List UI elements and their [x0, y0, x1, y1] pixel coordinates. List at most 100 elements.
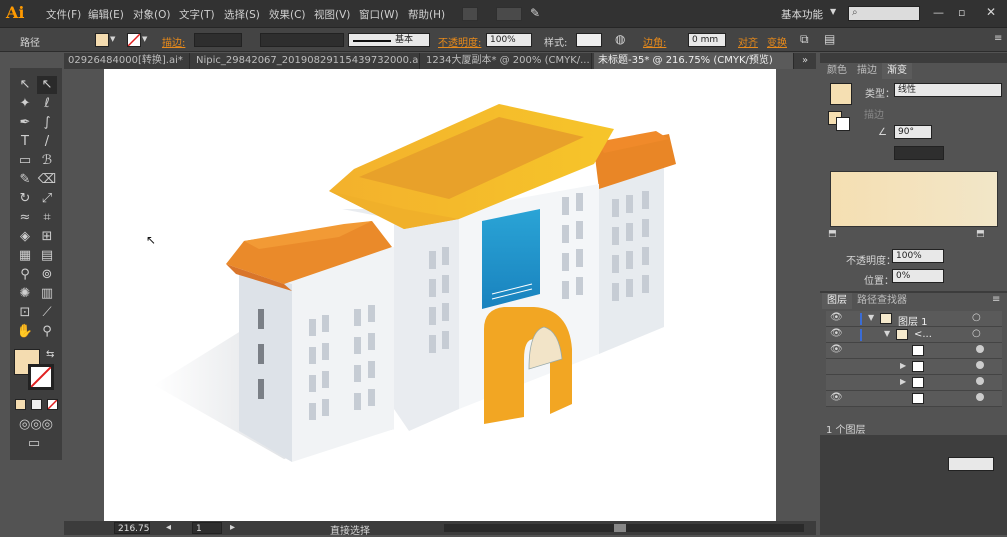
rotate-tool-icon[interactable]: ↻ — [15, 190, 35, 208]
lower-panel-field[interactable] — [948, 457, 994, 471]
drawing-modes-icon[interactable]: ◎◎◎ — [15, 416, 57, 434]
column-graph-tool-icon[interactable]: ▥ — [37, 285, 57, 303]
target-icon[interactable]: ○ — [972, 328, 981, 339]
gradient-preview-swatch[interactable] — [830, 83, 852, 105]
gradient-mode-button[interactable] — [31, 399, 42, 410]
gradient-slider[interactable] — [830, 171, 998, 227]
curvature-tool-icon[interactable]: ∫ — [37, 114, 57, 132]
stroke-weight-field[interactable] — [194, 33, 242, 47]
blend-tool-icon[interactable]: ⊚ — [37, 266, 57, 284]
pen-tool-icon[interactable]: ✒ — [15, 114, 35, 132]
stop-opacity-field[interactable]: 100% — [892, 249, 944, 263]
zoom-field[interactable]: 216.75 — [114, 522, 150, 534]
chevron-down-icon[interactable]: ▼ — [142, 35, 147, 43]
recolor-artwork-icon[interactable]: ◍ — [615, 32, 625, 46]
type-tool-icon[interactable]: T — [15, 133, 35, 151]
eraser-tool-icon[interactable]: ⌫ — [37, 171, 57, 189]
corner-label[interactable]: 边角: — [643, 34, 666, 49]
mesh-tool-icon[interactable]: ▦ — [15, 247, 35, 265]
artboard-tool-icon[interactable]: ⊡ — [15, 304, 35, 322]
transform-link[interactable]: 变换 — [767, 34, 787, 49]
layer-row-main[interactable]: 👁 ▼ 图层 1 ○ — [826, 311, 1002, 328]
expand-triangle-icon[interactable]: ▶ — [900, 377, 906, 386]
free-transform-tool-icon[interactable]: ⌗ — [37, 209, 57, 227]
expand-triangle-icon[interactable]: ▼ — [884, 329, 890, 338]
layer-row-item[interactable]: ▶ — [826, 375, 1002, 391]
stroke-style-dropdown[interactable]: 基本 — [348, 33, 430, 47]
stroke-label[interactable]: 描边: — [162, 34, 185, 49]
gradient-stop-right[interactable]: ⬒ — [976, 229, 985, 239]
menu-window[interactable]: 窗口(W) — [359, 7, 399, 22]
color-mode-button[interactable] — [15, 399, 26, 410]
swap-fill-stroke-icon[interactable]: ⇆ — [46, 349, 54, 360]
chevron-down-icon[interactable]: ▼ — [830, 7, 836, 16]
layer-row-item[interactable]: ▶ — [826, 359, 1002, 375]
rectangle-tool-icon[interactable]: ▭ — [15, 152, 35, 170]
line-tool-icon[interactable]: / — [37, 133, 57, 151]
zoom-tool-icon[interactable]: ⚲ — [37, 323, 57, 341]
angle-field[interactable]: 90° — [894, 125, 932, 139]
variable-width-dropdown[interactable] — [260, 33, 344, 47]
eye-icon[interactable]: 👁 — [830, 312, 843, 323]
artboard[interactable]: ↖ — [104, 69, 776, 521]
layer-name[interactable]: 图层 1 — [898, 313, 928, 328]
tab-document-1[interactable]: 02926484000[转换].ai* — [64, 53, 190, 69]
scale-tool-icon[interactable]: ⤢ — [37, 190, 57, 208]
sync-icon[interactable]: ✎ — [530, 6, 540, 20]
sublayer-name[interactable]: <... — [914, 329, 932, 340]
menu-type[interactable]: 文字(T) — [179, 7, 215, 22]
align-link[interactable]: 对齐 — [738, 34, 758, 49]
eyedropper-tool-icon[interactable]: ⚲ — [15, 266, 35, 284]
magic-wand-tool-icon[interactable]: ✦ — [15, 95, 35, 113]
graphic-style-swatch[interactable] — [576, 33, 602, 47]
maximize-button[interactable]: ▫ — [958, 6, 965, 19]
search-input[interactable]: ⌕ — [848, 6, 920, 21]
opacity-field[interactable]: 100% — [486, 33, 532, 47]
eye-icon[interactable]: 👁 — [830, 344, 843, 355]
menu-help[interactable]: 帮助(H) — [408, 7, 445, 22]
close-button[interactable]: ✕ — [986, 5, 996, 19]
target-icon[interactable] — [976, 361, 984, 369]
width-tool-icon[interactable]: ≈ — [15, 209, 35, 227]
symbol-sprayer-tool-icon[interactable]: ✺ — [15, 285, 35, 303]
menu-edit[interactable]: 编辑(E) — [88, 7, 124, 22]
arrange-documents-button[interactable] — [496, 7, 522, 21]
scrollbar-thumb[interactable] — [614, 524, 626, 532]
opacity-label[interactable]: 不透明度: — [438, 34, 481, 49]
menu-view[interactable]: 视图(V) — [314, 7, 350, 22]
stroke-color-box[interactable] — [28, 364, 54, 390]
isolate-icon[interactable]: ⧉ — [800, 32, 809, 47]
pencil-tool-icon[interactable]: ✎ — [15, 171, 35, 189]
menu-file[interactable]: 文件(F) — [46, 7, 81, 22]
next-artboard-icon[interactable]: ▸ — [230, 522, 235, 533]
direct-selection-tool-icon[interactable]: ↖ — [37, 76, 57, 94]
eye-icon[interactable]: 👁 — [830, 392, 843, 403]
perspective-grid-tool-icon[interactable]: ⊞ — [37, 228, 57, 246]
layers-menu-icon[interactable]: ≡ — [992, 294, 1000, 305]
tab-color[interactable]: 颜色 — [822, 63, 852, 79]
menu-object[interactable]: 对象(O) — [133, 7, 170, 22]
workspace-switcher[interactable]: 基本功能 — [781, 7, 823, 22]
gradient-type-dropdown[interactable]: 线性 — [894, 83, 1002, 97]
target-icon[interactable] — [976, 345, 984, 353]
corner-radius-field[interactable]: 0 mm — [688, 33, 726, 47]
panel-menu-icon[interactable]: ≡ — [994, 33, 1002, 44]
layer-row-item[interactable]: 👁 — [826, 391, 1002, 407]
tab-pathfinder[interactable]: 路径查找器 — [852, 293, 912, 309]
menu-select[interactable]: 选择(S) — [224, 7, 260, 22]
target-icon[interactable] — [976, 377, 984, 385]
slice-tool-icon[interactable]: ⟋ — [37, 304, 57, 322]
bridge-button[interactable] — [462, 7, 478, 21]
target-icon[interactable]: ○ — [972, 312, 981, 323]
eye-icon[interactable]: 👁 — [830, 328, 843, 339]
tab-stroke[interactable]: 描边 — [852, 63, 882, 79]
tab-gradient[interactable]: 渐变 — [882, 63, 912, 79]
layer-row-item[interactable]: 👁 — [826, 343, 1002, 359]
minimize-button[interactable]: — — [933, 6, 944, 19]
shape-builder-tool-icon[interactable]: ◈ — [15, 228, 35, 246]
tab-overflow-icon[interactable]: » — [802, 55, 808, 66]
prev-artboard-icon[interactable]: ◂ — [166, 522, 171, 533]
horizontal-scrollbar[interactable] — [444, 524, 804, 532]
tab-document-3[interactable]: 1234大厦副本* @ 200% (CMYK/... — [422, 53, 592, 69]
gradient-stop-left[interactable]: ⬒ — [828, 229, 837, 239]
